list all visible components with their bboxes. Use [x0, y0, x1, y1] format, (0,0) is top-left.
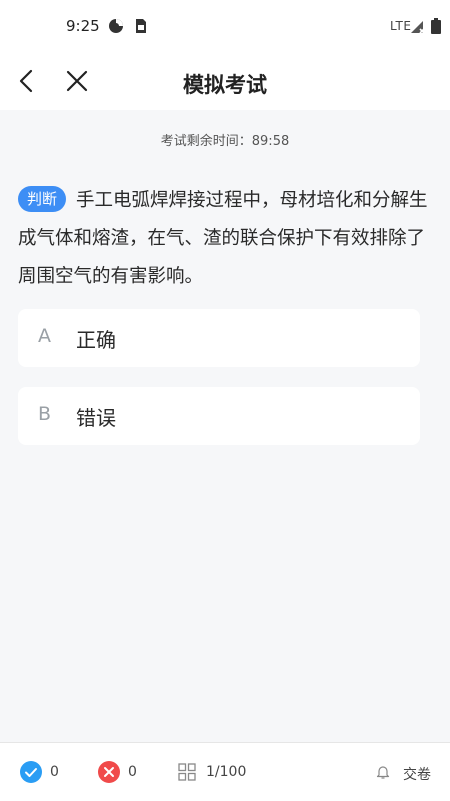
question: 判断 手工电弧焊焊接过程中，母材培化和分解生成气体和熔渣，在气、渣的联合保护下有效…: [18, 182, 436, 296]
page-title: 模拟考试: [183, 73, 267, 97]
status-time: 9:25: [66, 17, 100, 35]
nav-bar: 模拟考试: [0, 52, 450, 110]
data-saver-icon: [109, 19, 123, 33]
bell-icon: [376, 766, 390, 779]
option-b[interactable]: B 错误: [18, 387, 420, 445]
question-text: 手工电弧焊焊接过程中，母材培化和分解生成气体和熔渣，在气、渣的联合保护下有效排除…: [18, 190, 428, 287]
signal-icon: [411, 21, 425, 34]
wrong-count-value: 0: [128, 764, 137, 780]
option-text: 正确: [76, 328, 116, 352]
bottom-bar: 0 0 1/100 交卷: [0, 742, 450, 801]
correct-count-value: 0: [50, 764, 59, 780]
submit-label: 交卷: [403, 767, 431, 783]
question-type-badge: 判断: [18, 186, 67, 212]
option-text: 错误: [76, 406, 116, 430]
progress-value: 1/100: [206, 764, 247, 780]
option-letter: B: [38, 403, 52, 425]
battery-icon: [431, 18, 441, 34]
option-a[interactable]: A 正确: [18, 309, 420, 367]
exam-timer: 考试剩余时间：89:58: [160, 134, 290, 149]
cross-circle-icon: [98, 761, 120, 783]
check-circle-icon: [20, 761, 42, 783]
status-bar: 9:25 LTE: [0, 0, 450, 52]
network-type: LTE: [390, 19, 412, 33]
sim-card-icon: [136, 19, 146, 33]
grid-icon: [178, 763, 196, 781]
option-letter: A: [38, 325, 51, 347]
